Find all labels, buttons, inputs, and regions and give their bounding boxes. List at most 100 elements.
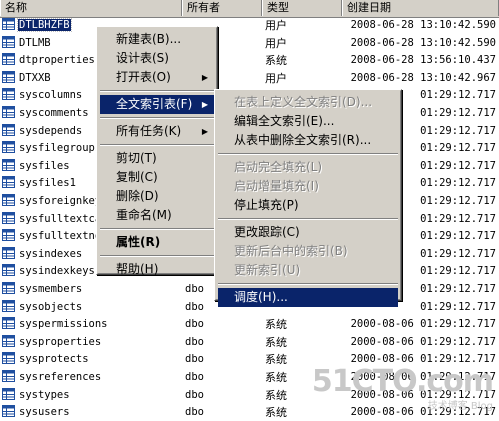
menu-item[interactable]: 设计表(S) bbox=[100, 49, 214, 68]
menu-separator bbox=[218, 153, 398, 155]
table-name-text: sysfiles1 bbox=[19, 177, 76, 190]
table-name-text: sysindexkeys bbox=[19, 265, 95, 278]
table-name-text: dtproperties bbox=[19, 54, 95, 67]
menu-item[interactable]: 复制(C) bbox=[100, 168, 214, 187]
table-name-text: syscolumns bbox=[19, 89, 83, 102]
created-date-cell: 2008-06-28 13:10:42.590 bbox=[350, 19, 496, 31]
table-icon bbox=[2, 70, 15, 83]
menu-item: 在表上定义全文索引(D)... bbox=[218, 93, 398, 112]
table-icon bbox=[2, 106, 15, 118]
table-row[interactable]: DTLMB 用户 2008-06-28 13:10:42.590 bbox=[0, 35, 499, 52]
menu-item[interactable]: 新建表(B)... bbox=[100, 30, 214, 49]
created-date-cell: 2008-06-28 13:10:42.590 bbox=[350, 36, 496, 49]
menu-item[interactable]: 编辑全文索引(E)... bbox=[218, 112, 398, 131]
owner-cell: dbo bbox=[185, 371, 204, 383]
type-cell: 系统 bbox=[265, 318, 287, 332]
table-name-text: DTLBHZFB bbox=[17, 18, 72, 32]
menu-item[interactable]: 全文索引表(F) ▶ bbox=[100, 95, 214, 114]
table-icon bbox=[2, 405, 15, 418]
type-cell: 用户 bbox=[265, 19, 287, 32]
table-icon bbox=[2, 352, 15, 365]
column-header-owner[interactable]: 所有者 bbox=[182, 0, 262, 16]
submenu-arrow-icon: ▶ bbox=[201, 100, 208, 109]
menu-item-label: 在表上定义全文索引(D)... bbox=[234, 95, 373, 109]
menu-item[interactable]: 停止填充(P) bbox=[218, 196, 398, 215]
menu-item[interactable]: 属性(R) bbox=[100, 233, 214, 252]
table-name-cell: sysmembers bbox=[2, 281, 180, 298]
type-cell: 用户 bbox=[265, 71, 287, 85]
table-icon bbox=[2, 35, 15, 48]
fulltext-index-submenu: 在表上定义全文索引(D)... 编辑全文索引(E)... 从表中删除全文索引(R).… bbox=[214, 89, 402, 307]
menu-item[interactable]: 调度(H)... bbox=[218, 288, 398, 307]
table-name-text: syspermissions bbox=[19, 318, 108, 331]
table-row[interactable]: dtproperties 系统 2008-06-28 13:56:10.437 bbox=[0, 52, 499, 69]
table-row[interactable]: syspermissions dbo 系统 2000-08-06 01:29:12.7… bbox=[0, 316, 499, 333]
table-name-cell: sysprotects bbox=[2, 351, 180, 368]
table-name-text: sysfiles bbox=[19, 159, 70, 172]
menu-item-label: 停止填充(P) bbox=[234, 198, 299, 212]
owner-cell: dbo bbox=[185, 353, 204, 366]
owner-cell: dbo bbox=[185, 335, 204, 348]
type-cell: 系统 bbox=[265, 335, 287, 349]
owner-cell: dbo bbox=[185, 388, 204, 401]
table-icon bbox=[2, 387, 15, 400]
table-icon bbox=[2, 370, 15, 382]
table-name-cell: sysusers bbox=[2, 404, 180, 421]
table-icon bbox=[2, 53, 15, 66]
table-icon bbox=[2, 264, 15, 277]
table-name-cell: sysproperties bbox=[2, 334, 180, 351]
table-name-cell: systypes bbox=[2, 387, 180, 404]
menu-item[interactable]: 更改跟踪(C) bbox=[218, 223, 398, 242]
menu-item[interactable]: 删除(D) bbox=[100, 187, 214, 206]
created-date-cell: 2008-06-28 13:56:10.437 bbox=[350, 54, 496, 67]
table-name-text: sysfilegroups bbox=[19, 142, 102, 155]
menu-separator bbox=[100, 144, 214, 146]
menu-item[interactable]: 剪切(T) bbox=[100, 149, 214, 168]
menu-item: 启动增量填充(I) bbox=[218, 177, 398, 196]
table-name-text: sysobjects bbox=[19, 300, 83, 313]
column-header-type[interactable]: 类型 bbox=[262, 0, 342, 16]
table-name-text: sysdepends bbox=[19, 124, 83, 137]
menu-separator bbox=[100, 90, 214, 92]
column-header-bar: 名称 所有者 类型 创建日期 bbox=[0, 0, 499, 18]
menu-item[interactable]: 打开表(O) ▶ bbox=[100, 68, 214, 87]
table-name-text: sysmembers bbox=[19, 283, 83, 295]
menu-item-label: 启动增量填充(I) bbox=[234, 179, 319, 193]
table-name-text: DTXXB bbox=[19, 71, 51, 84]
table-icon bbox=[2, 229, 15, 242]
table-row[interactable]: DTXXB 用户 2008-06-28 13:10:42.967 bbox=[0, 70, 499, 87]
column-header-name[interactable]: 名称 bbox=[0, 0, 182, 16]
table-name-text: sysusers bbox=[19, 406, 70, 419]
menu-item-label: 更改跟踪(C) bbox=[234, 225, 300, 239]
menu-separator bbox=[100, 117, 214, 119]
menu-item-label: 更新后台中的索引(B) bbox=[234, 244, 348, 258]
table-name-cell: sysreferences bbox=[2, 369, 180, 386]
table-icon bbox=[2, 282, 15, 294]
table-icon bbox=[2, 317, 15, 330]
menu-item-label: 复制(C) bbox=[116, 170, 158, 184]
menu-item-label: 属性(R) bbox=[116, 235, 161, 249]
table-icon bbox=[2, 299, 15, 312]
menu-item-label: 启动完全填充(L) bbox=[234, 160, 323, 174]
menu-item: 启动完全填充(L) bbox=[218, 158, 398, 177]
created-date-cell: 2000-08-06 01:29:12.717 bbox=[350, 318, 496, 331]
menu-separator bbox=[100, 228, 214, 230]
owner-cell: dbo bbox=[185, 318, 204, 331]
table-row[interactable]: sysproperties dbo 系统 2000-08-06 01:29:12.71… bbox=[0, 334, 499, 351]
table-name-text: systypes bbox=[19, 388, 70, 401]
table-name-cell: syspermissions bbox=[2, 316, 180, 333]
table-name-text: sysfulltextno bbox=[19, 230, 102, 243]
menu-separator bbox=[218, 218, 398, 220]
menu-item[interactable]: 重命名(M) bbox=[100, 206, 214, 225]
menu-item[interactable]: 所有任务(K) ▶ bbox=[100, 122, 214, 141]
table-name-text: sysforeignkey bbox=[19, 195, 102, 207]
type-cell: 系统 bbox=[265, 54, 287, 68]
submenu-arrow-icon: ▶ bbox=[201, 127, 208, 136]
column-header-created[interactable]: 创建日期 bbox=[342, 0, 499, 16]
menu-item[interactable]: 帮助(H) bbox=[100, 260, 214, 279]
table-row[interactable]: DTLBHZFB 用户 2008-06-28 13:10:42.590 bbox=[0, 17, 499, 34]
menu-item[interactable]: 从表中删除全文索引(R)... bbox=[218, 131, 398, 150]
table-name-text: sysreferences bbox=[19, 371, 102, 383]
table-icon bbox=[2, 176, 15, 189]
menu-item-label: 所有任务(K) bbox=[116, 124, 182, 138]
